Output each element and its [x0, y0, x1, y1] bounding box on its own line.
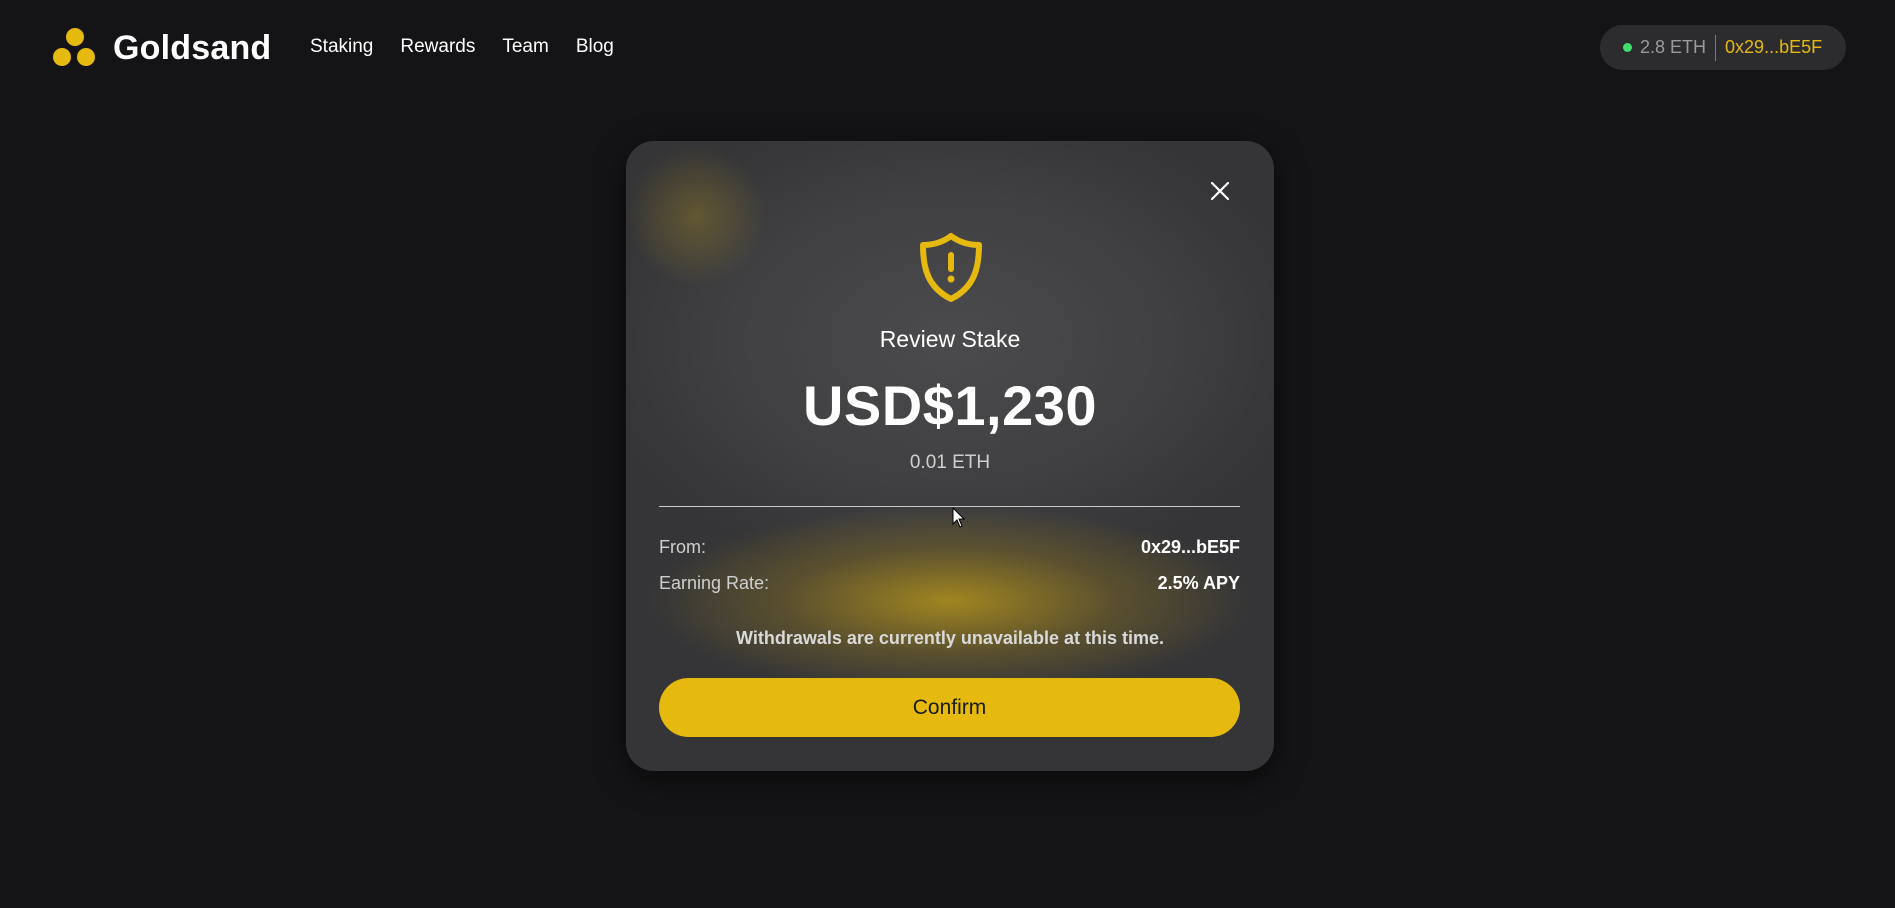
main-nav: Staking Rewards Team Blog — [310, 36, 614, 58]
review-stake-modal: Review Stake USD$1,230 0.01 ETH From: 0x… — [626, 141, 1274, 771]
connected-status-icon — [1623, 43, 1632, 52]
confirm-button[interactable]: Confirm — [659, 678, 1240, 737]
divider — [659, 506, 1240, 507]
earning-rate-row: Earning Rate: 2.5% APY — [659, 573, 1240, 594]
wallet-address: 0x29...bE5F — [1725, 37, 1823, 57]
close-icon[interactable] — [1206, 177, 1234, 205]
from-label: From: — [659, 537, 706, 557]
withdrawal-notice: Withdrawals are currently unavailable at… — [736, 628, 1164, 648]
nav-item-blog[interactable]: Blog — [576, 36, 614, 58]
modal-title: Review Stake — [879, 326, 1021, 352]
logo[interactable]: Goldsand — [53, 28, 271, 68]
stake-amount-usd: USD$1,230 — [802, 374, 1097, 437]
nav-item-staking[interactable]: Staking — [310, 36, 373, 58]
wallet-button[interactable]: 2.8 ETH 0x29...bE5F — [1600, 25, 1846, 70]
wallet-divider — [1715, 34, 1717, 61]
wallet-balance: 2.8 ETH — [1640, 37, 1707, 57]
top-header: Goldsand Staking Rewards Team Blog 2.8 E… — [0, 0, 1895, 96]
from-row: From: 0x29...bE5F — [659, 537, 1240, 558]
earning-rate-value: 2.5% APY — [1157, 573, 1240, 593]
nav-item-team[interactable]: Team — [502, 36, 548, 58]
brand-name: Goldsand — [113, 28, 272, 67]
shield-alert-icon — [915, 231, 987, 305]
mouse-cursor-icon — [952, 506, 966, 529]
stake-amount-eth: 0.01 ETH — [909, 452, 991, 473]
logo-icon — [53, 28, 97, 68]
earning-rate-label: Earning Rate: — [659, 573, 770, 593]
from-value: 0x29...bE5F — [1140, 537, 1240, 557]
nav-item-rewards[interactable]: Rewards — [400, 36, 475, 58]
